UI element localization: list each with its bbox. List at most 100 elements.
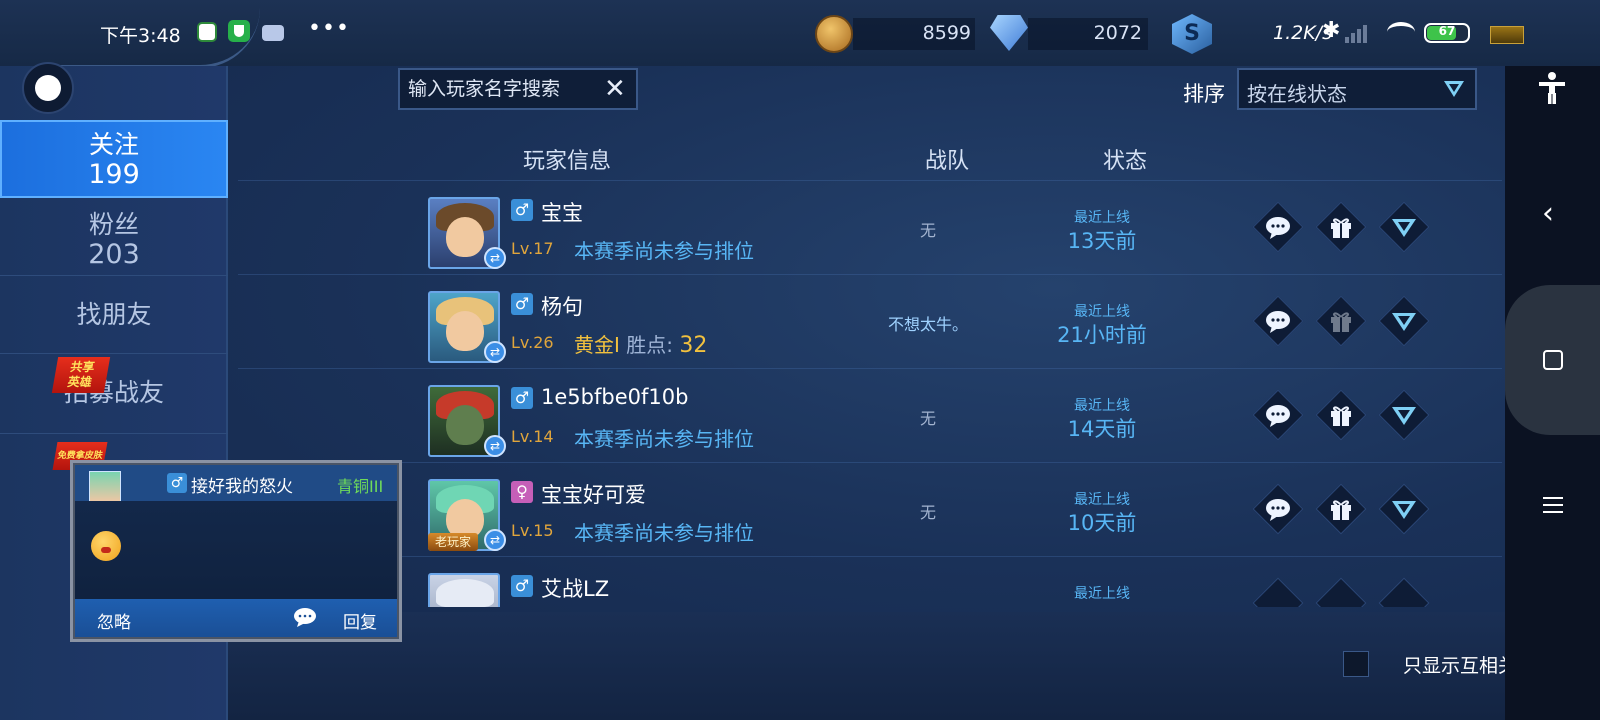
rank-points: 32 (679, 333, 708, 358)
player-name: 宝宝好可爱 (541, 483, 646, 507)
message-area (75, 501, 397, 599)
player-rank: 本赛季尚未参与排位 (574, 239, 754, 263)
friend-row[interactable]: ♂ 艾战LZ 最近上线 (238, 556, 1502, 607)
chat-button[interactable] (1252, 201, 1304, 253)
menu-icon[interactable] (1543, 497, 1563, 518)
diamond-icon (990, 15, 1028, 51)
male-icon: ♂ (511, 387, 533, 409)
popup-footer: 忽略 回复 (75, 599, 397, 637)
avatar[interactable] (428, 573, 500, 607)
accessibility-icon[interactable] (1535, 71, 1569, 105)
gift-button[interactable] (1315, 483, 1367, 535)
tab-find-friends[interactable]: 找朋友 (0, 276, 228, 354)
emoji-icon (91, 531, 121, 561)
status-time: 14天前 (1067, 417, 1137, 441)
status-label: 最近上线 (1074, 398, 1130, 414)
male-icon: ♂ (511, 199, 533, 221)
status-time: 21小时前 (1057, 323, 1147, 347)
friend-row[interactable]: ⇄ ♂ 1e5bfbe0f10b Lv.14 本赛季尚未参与排位 无 最近上线 … (238, 368, 1502, 462)
bluetooth-icon: ✱ (1322, 18, 1341, 43)
battery-icon: 67 (1424, 23, 1470, 43)
player-rank: 本赛季尚未参与排位 (574, 521, 754, 545)
chat-button[interactable] (1252, 577, 1304, 607)
player-name: 艾战LZ (541, 577, 610, 601)
status-bar: 下午3:48 ••• 8599 2072 S 1.2K/s ✱ 67 (0, 0, 1600, 68)
sender-rank: 青铜III (337, 477, 384, 496)
gift-button[interactable] (1315, 201, 1367, 253)
gift-button-disabled[interactable] (1315, 295, 1367, 347)
clock: 下午3:48 (100, 25, 181, 47)
sender-avatar[interactable] (89, 471, 121, 503)
chevron-down-icon (1392, 407, 1416, 425)
player-team: 无 (919, 221, 936, 240)
chevron-down-icon (1392, 219, 1416, 237)
tab-following[interactable]: 关注 199 (0, 120, 228, 198)
male-icon: ♂ (167, 473, 187, 493)
tab-label: 招募战友 (63, 378, 164, 407)
rank-tier: 黄金I (574, 333, 620, 357)
chat-button[interactable] (1252, 389, 1304, 441)
gift-icon (1331, 406, 1351, 426)
more-options-button[interactable] (1378, 389, 1430, 441)
swap-icon: ⇄ (484, 435, 506, 457)
swap-icon: ⇄ (484, 247, 506, 269)
status-label: 最近上线 (1074, 492, 1130, 508)
more-options-button[interactable] (1378, 201, 1430, 253)
reply-button[interactable]: 回复 (343, 608, 377, 633)
tab-fans[interactable]: 粉丝 203 (0, 202, 228, 276)
friend-row[interactable]: ⇄ ♂ 宝宝 Lv.17 本赛季尚未参与排位 无 最近上线 13天前 (238, 180, 1502, 274)
gift-button[interactable] (1315, 389, 1367, 441)
male-icon: ♂ (511, 293, 533, 315)
sort-label: 排序 (1183, 82, 1225, 106)
sort-dropdown[interactable]: 按在线状态 (1237, 68, 1477, 110)
search-input[interactable] (400, 70, 600, 108)
sort-value: 按在线状态 (1247, 82, 1347, 106)
more-options-button[interactable] (1378, 577, 1430, 607)
friend-list[interactable]: ⇄ ♂ 宝宝 Lv.17 本赛季尚未参与排位 无 最近上线 13天前 ⇄ ♂ 杨… (238, 180, 1502, 607)
more-options-button[interactable] (1378, 483, 1430, 535)
status-label: 最近上线 (1074, 586, 1130, 602)
player-name: 1e5bfbe0f10b (541, 385, 689, 409)
tab-count: 203 (88, 239, 140, 270)
chat-bubble-icon (1266, 405, 1290, 427)
home-icon[interactable] (1543, 350, 1563, 370)
player-team: 无 (919, 409, 936, 428)
gift-button[interactable] (1315, 577, 1367, 607)
back-button[interactable] (22, 62, 74, 114)
message-popup: ♂ 接好我的怒火 青铜III 忽略 回复 (70, 460, 402, 642)
chevron-down-icon (1392, 501, 1416, 519)
chat-button[interactable] (1252, 295, 1304, 347)
treasure-chest-icon[interactable] (1490, 26, 1524, 44)
friend-row[interactable]: 老玩家 ⇄ ♀ 宝宝好可爱 Lv.15 本赛季尚未参与排位 无 最近上线 10天… (238, 462, 1502, 556)
wifi-icon (1387, 22, 1415, 42)
chevron-down-icon (1444, 81, 1464, 97)
tab-label: 找朋友 (76, 300, 152, 329)
s-coupon-icon[interactable]: S (1172, 14, 1212, 54)
wechat-icon (197, 22, 217, 42)
ignore-button[interactable]: 忽略 (97, 608, 131, 633)
chat-bubble-icon (1266, 311, 1290, 333)
tab-recruit[interactable]: 招募战友 (0, 354, 228, 434)
footer-area (228, 612, 1505, 720)
nav-back-icon[interactable]: ‹ (1542, 196, 1554, 231)
gift-icon (1331, 312, 1351, 332)
chevron-down-icon (1392, 313, 1416, 331)
popup-header: ♂ 接好我的怒火 青铜III (75, 465, 397, 503)
more-options-button[interactable] (1378, 295, 1430, 347)
header-player-info: 玩家信息 (523, 149, 612, 174)
swap-icon: ⇄ (484, 341, 506, 363)
tab-label: 关注 (88, 130, 139, 159)
security-app-icon (228, 20, 250, 42)
diamond-amount: 2072 (1093, 22, 1142, 44)
mutual-only-checkbox[interactable] (1343, 651, 1369, 677)
status-label: 最近上线 (1074, 304, 1130, 320)
more-notifications-icon: ••• (308, 16, 350, 41)
gift-icon (1331, 218, 1351, 238)
close-icon[interactable]: ✕ (604, 76, 626, 102)
player-level: Lv.17 (511, 239, 554, 258)
veteran-badge: 老玩家 (428, 533, 478, 551)
player-team: 无 (919, 503, 936, 522)
chat-button[interactable] (1252, 483, 1304, 535)
friend-row[interactable]: ⇄ ♂ 杨句 Lv.26 黄金I 胜点: 32 不想太牛。 最近上线 21小时前 (238, 274, 1502, 368)
header-team: 战队 (925, 149, 970, 174)
